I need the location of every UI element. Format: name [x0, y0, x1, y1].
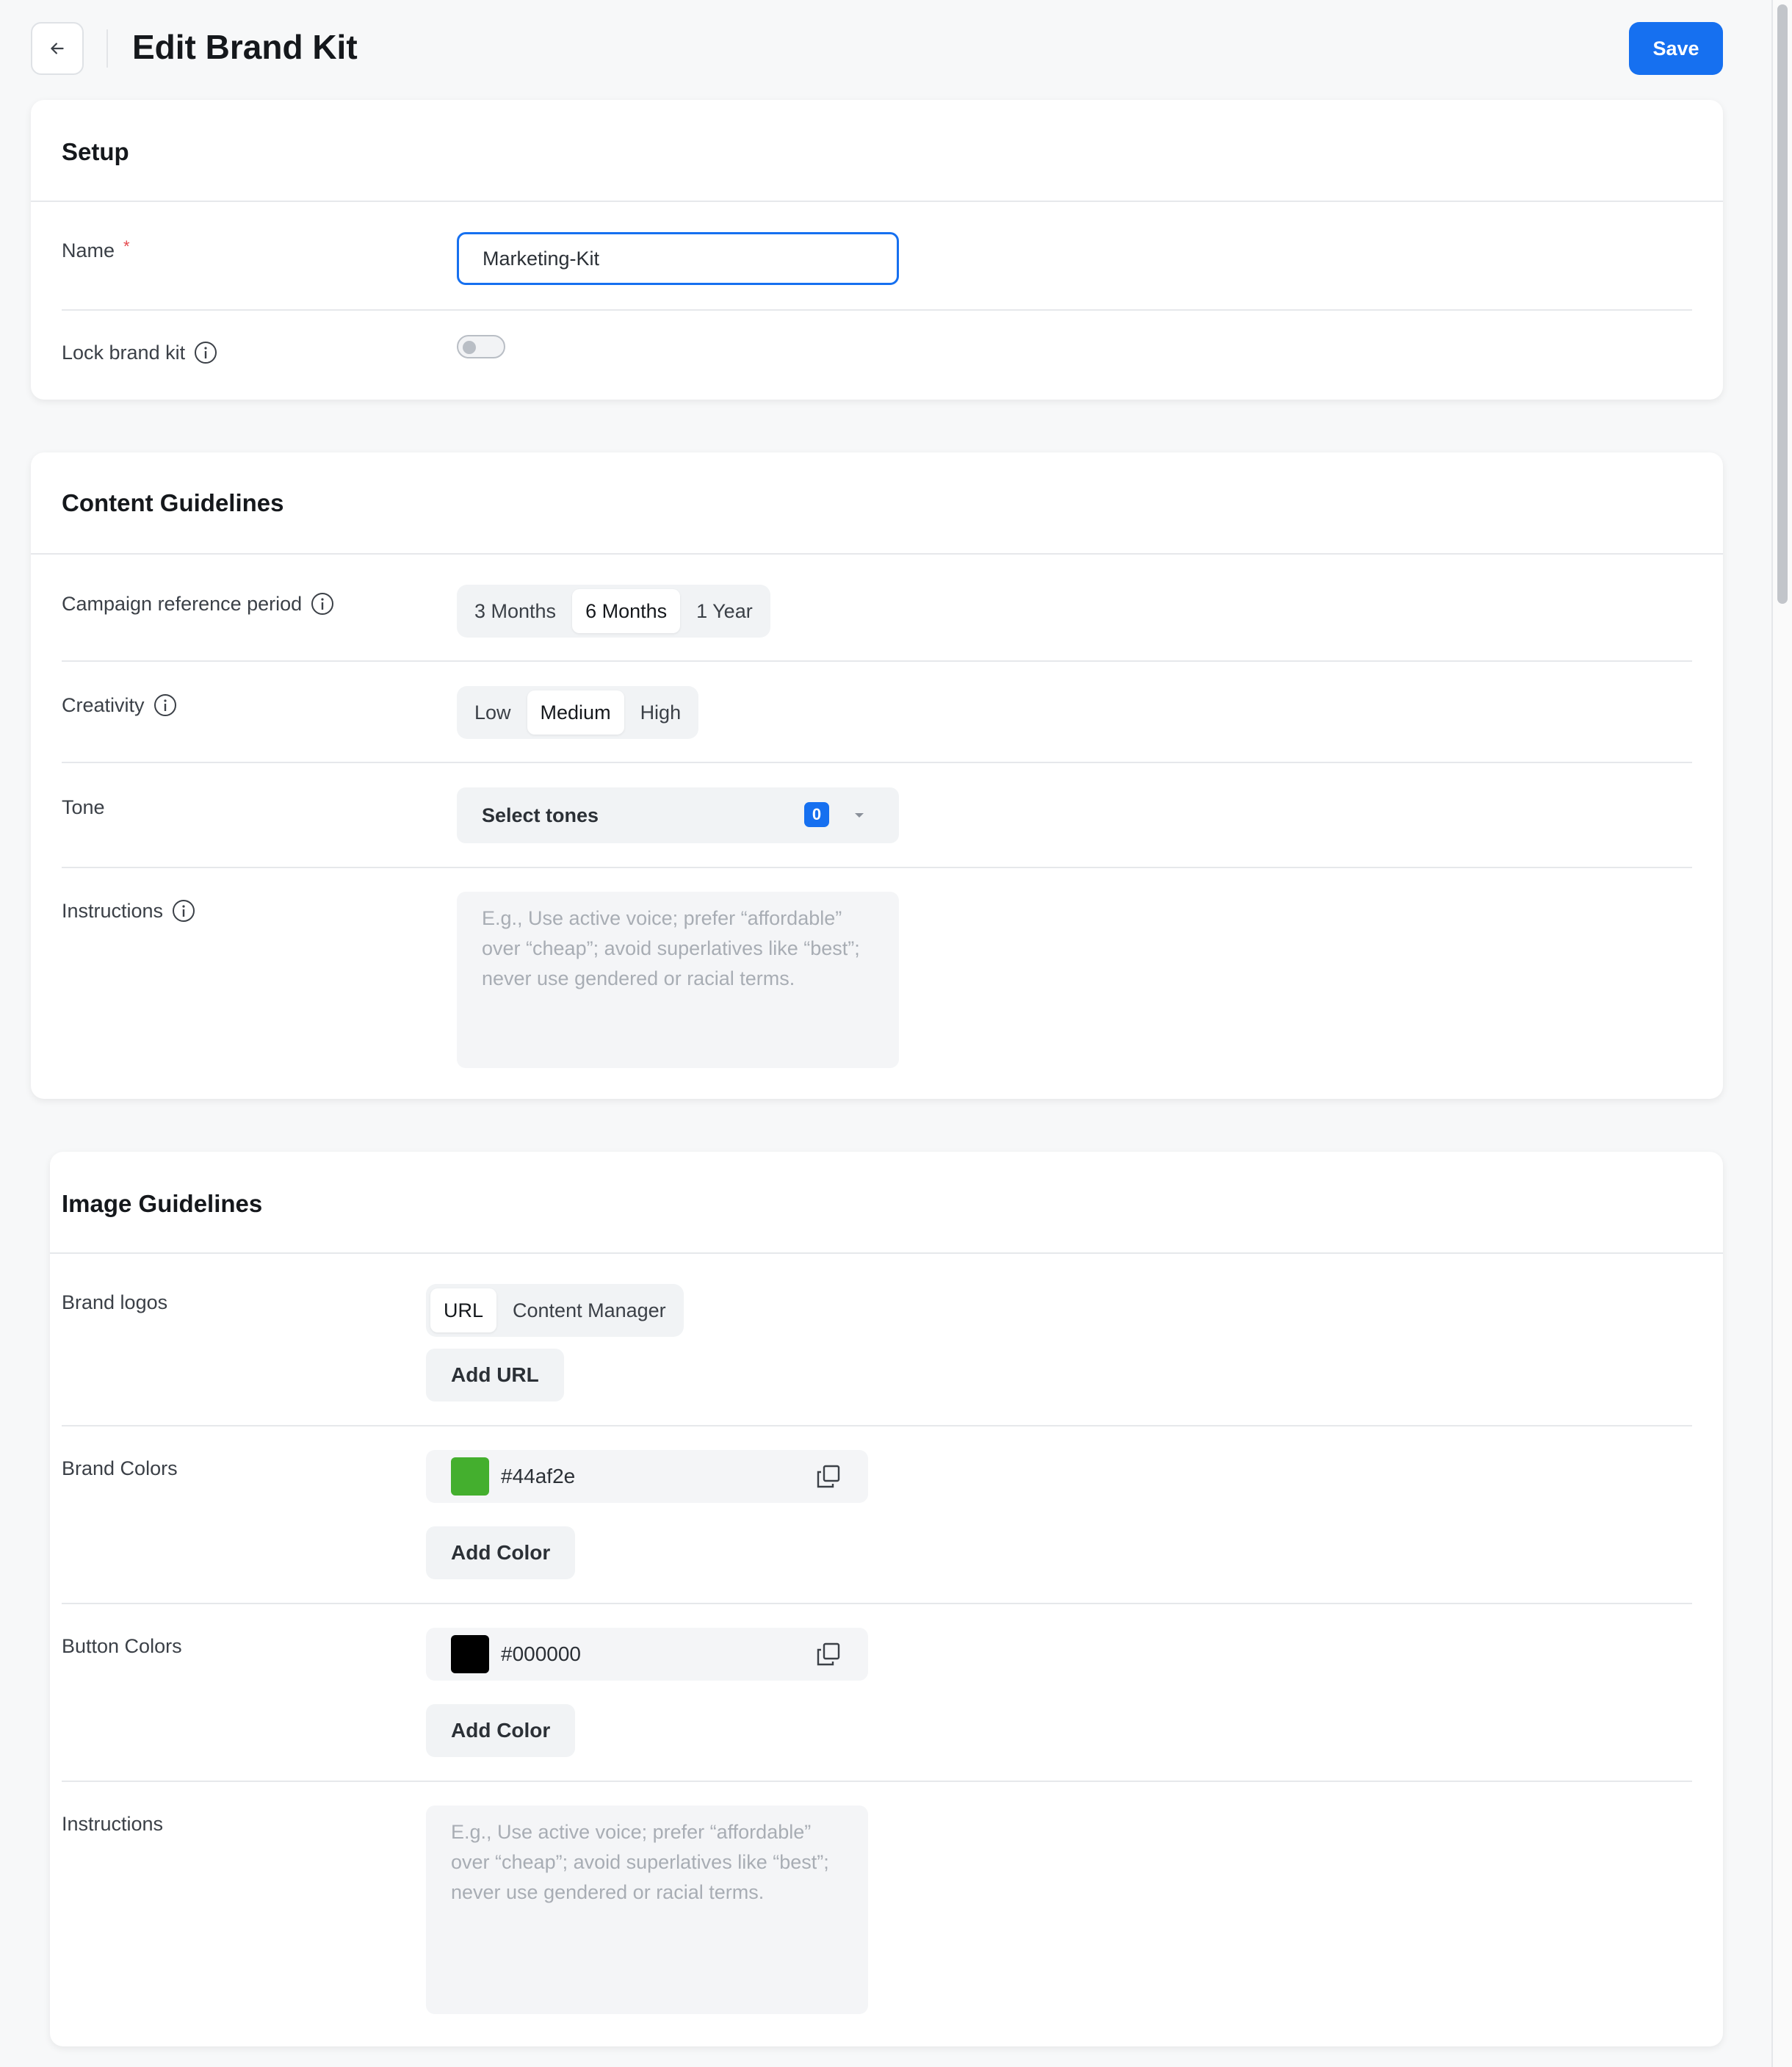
campaign-period-segmented-control: 3 Months 6 Months 1 Year — [457, 585, 770, 638]
tone-label: Tone — [62, 796, 105, 818]
info-icon[interactable] — [172, 899, 195, 923]
add-button-color-button[interactable]: Add Color — [426, 1704, 576, 1757]
required-marker: * — [123, 237, 130, 256]
divider — [31, 201, 1723, 202]
image-instructions-textarea[interactable]: E.g., Use active voice; prefer “affordab… — [426, 1806, 868, 2014]
campaign-period-label-text: Campaign reference period — [62, 592, 303, 615]
name-label-text: Name — [62, 239, 115, 261]
creativity-option-low[interactable]: Low — [461, 690, 524, 735]
copy-icon[interactable] — [815, 1463, 842, 1490]
chevron-down-icon — [855, 813, 864, 818]
lock-brand-kit-toggle[interactable] — [457, 335, 505, 358]
button-color-hex: #000000 — [501, 1642, 582, 1665]
header-divider — [106, 29, 108, 68]
period-option-3-months[interactable]: 3 Months — [461, 589, 569, 633]
add-brand-color-button[interactable]: Add Color — [426, 1526, 576, 1579]
image-guidelines-title: Image Guidelines — [62, 1190, 263, 1217]
creativity-label-text: Creativity — [62, 693, 145, 716]
logo-source-content-manager[interactable]: Content Manager — [499, 1288, 679, 1332]
creativity-segmented-control: Low Medium High — [457, 686, 699, 739]
divider — [62, 309, 1692, 311]
divider — [50, 1252, 1723, 1254]
content-guidelines-card: Content Guidelines Campaign reference pe… — [31, 452, 1723, 1099]
divider — [62, 660, 1692, 662]
divider — [62, 1781, 1692, 1782]
scrollbar-thumb[interactable] — [1777, 4, 1788, 604]
divider — [62, 762, 1692, 763]
logo-source-url[interactable]: URL — [430, 1288, 497, 1332]
name-input[interactable]: Marketing-Kit — [457, 232, 899, 285]
creativity-label: Creativity — [62, 693, 177, 717]
brand-color-field[interactable]: #44af2e — [426, 1450, 868, 1503]
info-icon[interactable] — [194, 341, 217, 364]
back-button[interactable] — [31, 22, 84, 75]
add-url-button[interactable]: Add URL — [426, 1349, 564, 1402]
content-instructions-label: Instructions — [62, 899, 195, 923]
button-color-swatch[interactable] — [451, 1635, 489, 1673]
tone-count-badge: 0 — [804, 802, 829, 827]
logo-source-segmented-control: URL Content Manager — [426, 1284, 684, 1337]
edit-brand-kit-page: Edit Brand Kit Save Setup Name * Marketi… — [0, 0, 1792, 2067]
info-icon[interactable] — [153, 693, 177, 717]
setup-title: Setup — [62, 138, 129, 165]
name-input-value: Marketing-Kit — [483, 247, 600, 270]
content-instructions-label-text: Instructions — [62, 899, 164, 922]
divider — [31, 553, 1723, 555]
divider — [62, 1425, 1692, 1426]
save-button[interactable]: Save — [1629, 22, 1723, 75]
name-label: Name * — [62, 237, 130, 262]
setup-card: Setup Name * Marketing-Kit Lock brand ki… — [31, 100, 1723, 400]
arrow-left-icon — [51, 43, 64, 54]
content-instructions-textarea[interactable]: E.g., Use active voice; prefer “affordab… — [457, 892, 899, 1068]
divider — [62, 1603, 1692, 1604]
copy-icon[interactable] — [815, 1641, 842, 1667]
brand-color-hex: #44af2e — [501, 1465, 576, 1487]
period-option-6-months[interactable]: 6 Months — [572, 589, 681, 633]
brand-logos-label: Brand logos — [62, 1291, 168, 1313]
creativity-option-medium[interactable]: Medium — [527, 690, 624, 735]
divider — [62, 867, 1692, 868]
image-instructions-label: Instructions — [62, 1813, 164, 1835]
button-colors-label: Button Colors — [62, 1635, 182, 1657]
lock-label-text: Lock brand kit — [62, 341, 186, 364]
period-option-1-year[interactable]: 1 Year — [683, 589, 766, 633]
campaign-period-label: Campaign reference period — [62, 592, 334, 616]
lock-brand-kit-label: Lock brand kit — [62, 341, 217, 364]
page-title: Edit Brand Kit — [132, 28, 358, 66]
content-guidelines-title: Content Guidelines — [62, 489, 284, 516]
creativity-option-high[interactable]: High — [627, 690, 695, 735]
tone-select-placeholder: Select tones — [482, 804, 599, 826]
brand-color-swatch[interactable] — [451, 1457, 489, 1496]
tone-select[interactable]: Select tones 0 — [457, 787, 899, 843]
brand-colors-label: Brand Colors — [62, 1457, 178, 1479]
image-guidelines-card: Image Guidelines Brand logos URL Content… — [50, 1152, 1723, 2046]
button-color-field[interactable]: #000000 — [426, 1628, 868, 1681]
info-icon[interactable] — [311, 592, 334, 616]
